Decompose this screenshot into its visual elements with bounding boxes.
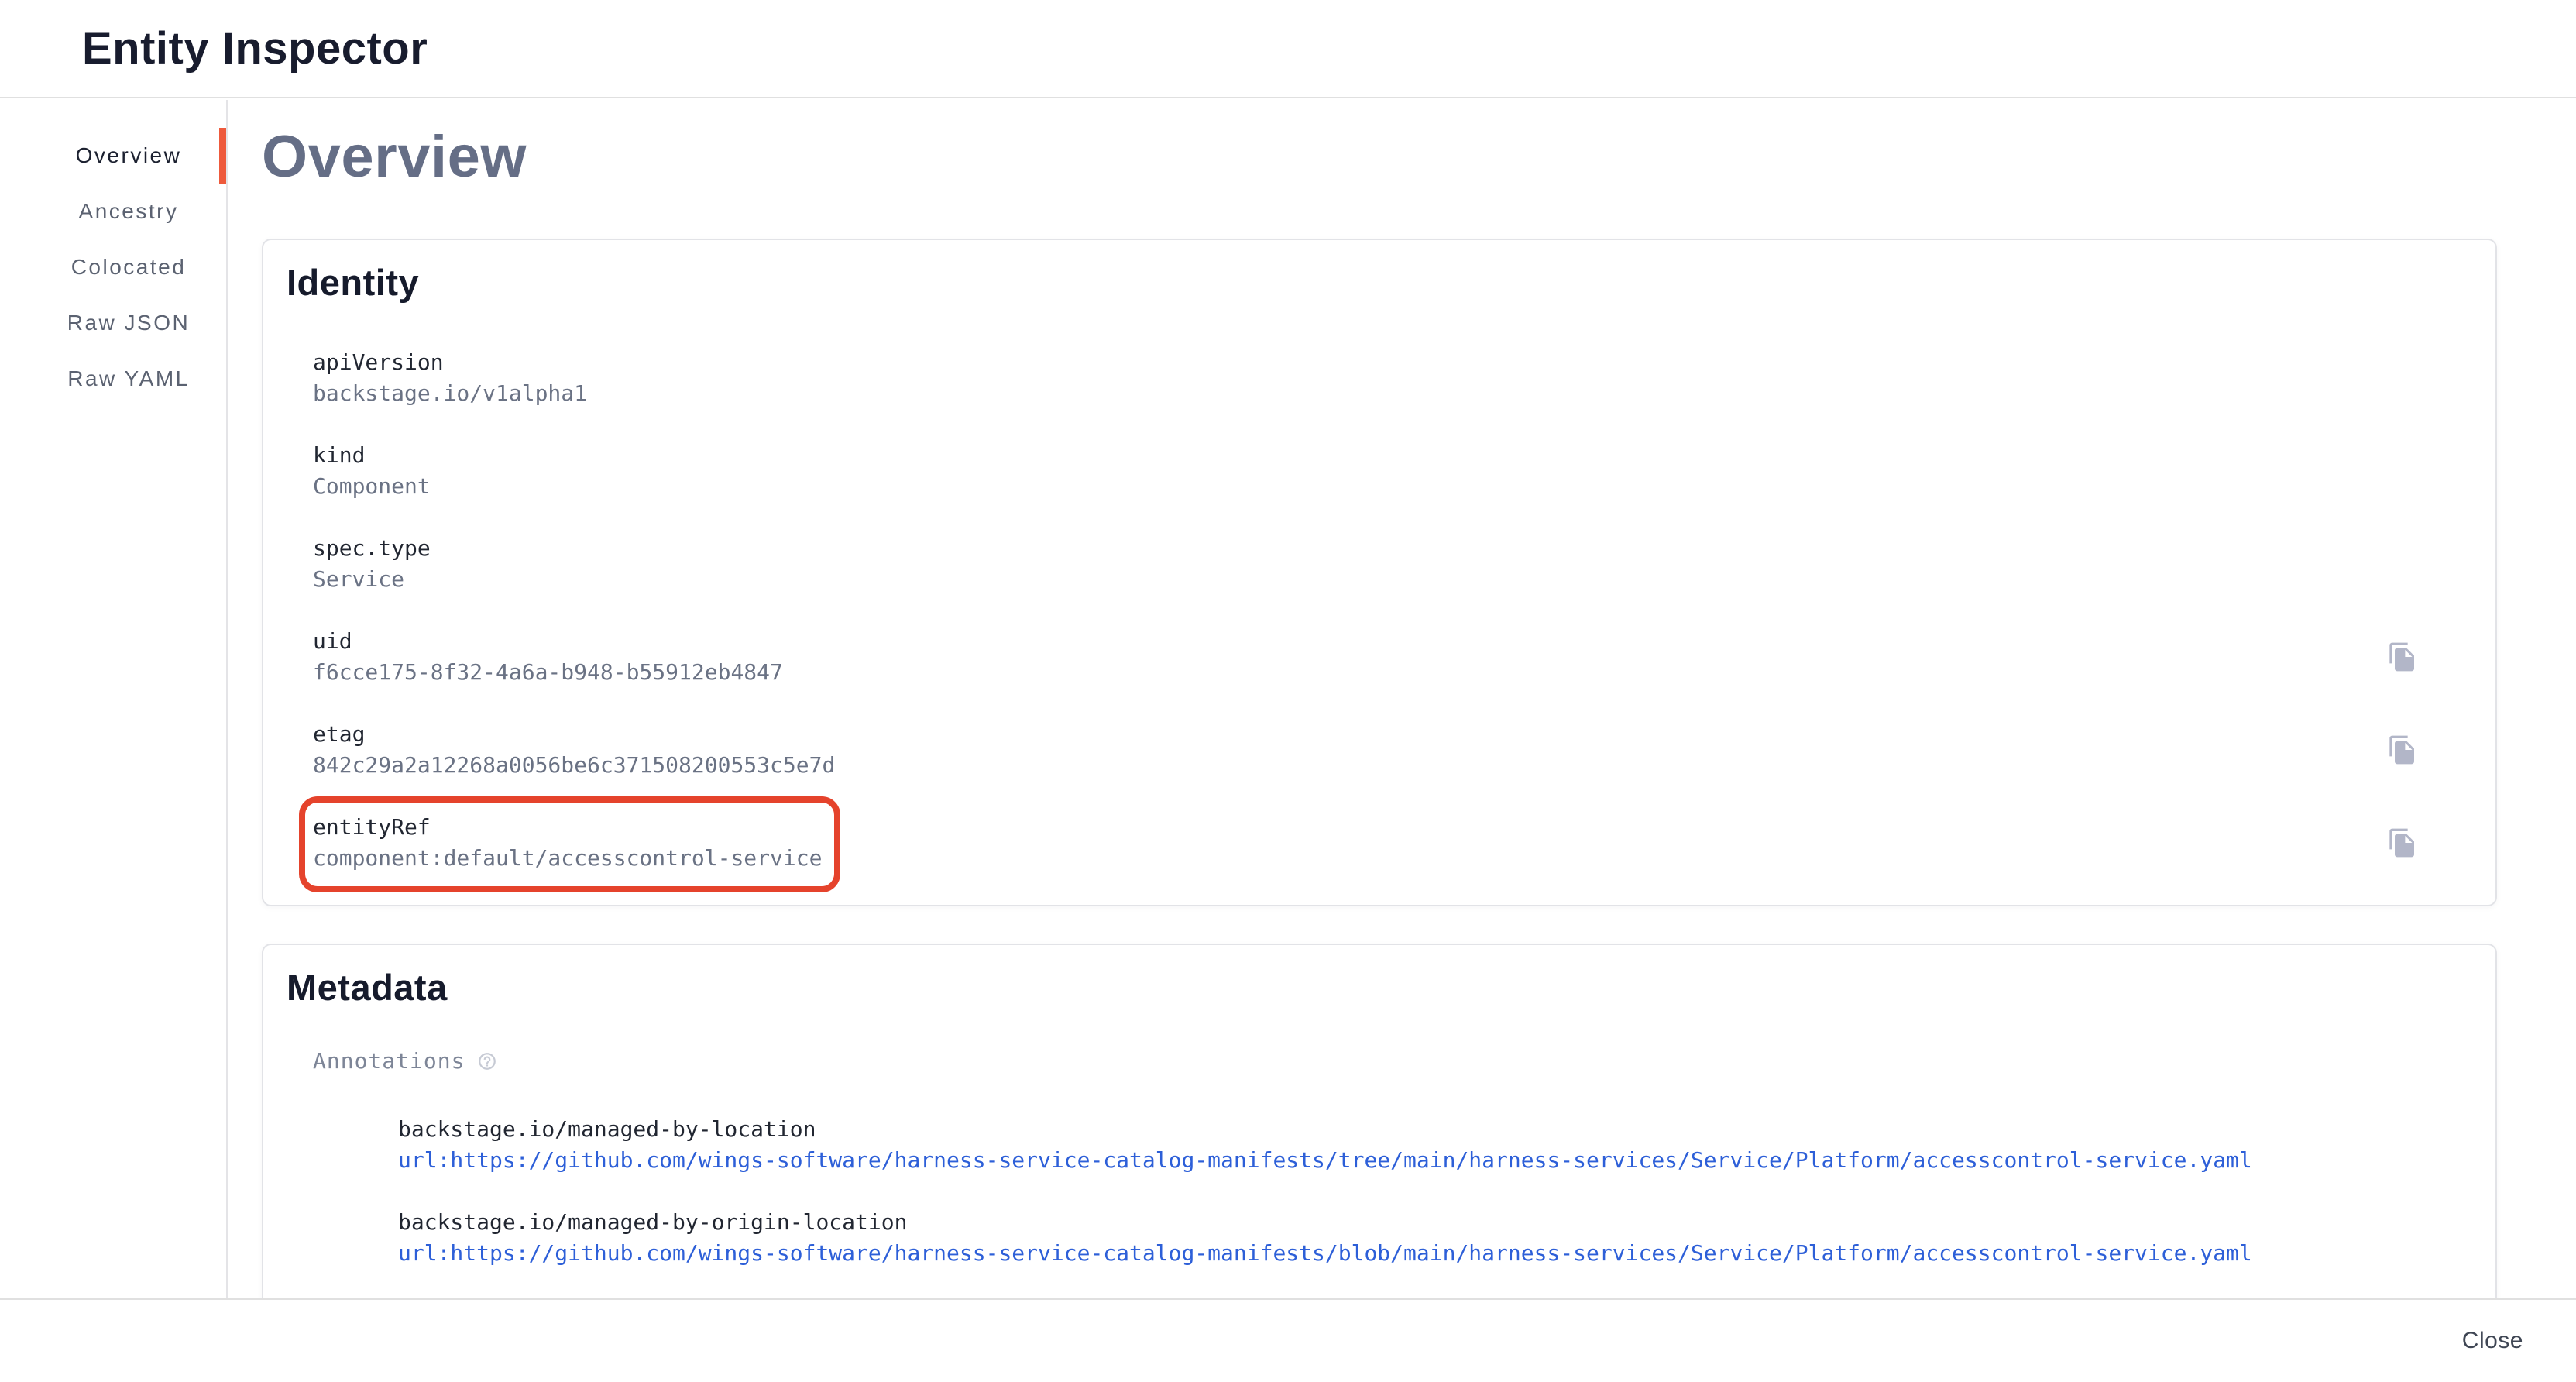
annotations-label: Annotations [313, 1046, 465, 1077]
page-title: Overview [262, 123, 2576, 191]
metadata-card-title: Metadata [287, 964, 2472, 1012]
field-row-uid: uid f6cce175-8f32-4a6a-b948-b55912eb4847 [313, 626, 2472, 688]
annotation-list: backstage.io/managed-by-location url:htt… [398, 1114, 2472, 1269]
annotation-key: backstage.io/managed-by-location [398, 1114, 2472, 1145]
annotation-managed-by-origin-location: backstage.io/managed-by-origin-location … [398, 1207, 2472, 1269]
sidebar-item-label: Ancestry [79, 199, 179, 224]
annotation-managed-by-location: backstage.io/managed-by-location url:htt… [398, 1114, 2472, 1176]
sidebar-item-label: Overview [76, 143, 182, 168]
entityref-highlight-annotation: entityRef component:default/accesscontro… [299, 796, 840, 892]
dialog-footer: Close [0, 1298, 2576, 1382]
field-row-entityref: entityRef component:default/accesscontro… [313, 812, 2472, 874]
dialog-title: Entity Inspector [82, 22, 428, 74]
close-button[interactable]: Close [2440, 1315, 2545, 1367]
annotation-key: backstage.io/managed-by-origin-location [398, 1207, 2472, 1238]
identity-card: Identity apiVersion backstage.io/v1alpha… [262, 239, 2497, 906]
field-label: uid [313, 626, 783, 657]
field-row-apiversion: apiVersion backstage.io/v1alpha1 [313, 347, 2472, 409]
annotation-link[interactable]: url:https://github.com/wings-software/ha… [398, 1238, 2252, 1269]
metadata-card: Metadata Annotations backstage.io/manage… [262, 944, 2497, 1298]
field-value: component:default/accesscontrol-service [313, 843, 822, 874]
dialog-header: Entity Inspector [0, 0, 2576, 98]
annotation-link[interactable]: url:https://github.com/wings-software/ha… [398, 1145, 2252, 1176]
help-outline-icon[interactable] [477, 1051, 497, 1071]
copy-etag-button[interactable] [2378, 725, 2427, 775]
field-label: etag [313, 719, 835, 750]
sidebar-item-overview[interactable]: Overview [0, 128, 226, 184]
field-row-spec-type: spec.type Service [313, 533, 2472, 595]
sidebar-item-ancestry[interactable]: Ancestry [0, 184, 226, 239]
copy-icon [2387, 734, 2418, 765]
identity-field-list: apiVersion backstage.io/v1alpha1 kind Co… [313, 347, 2472, 874]
active-tab-indicator [219, 128, 226, 184]
field-etag: etag 842c29a2a12268a0056be6c371508200553… [313, 719, 835, 781]
field-value: Component [313, 471, 431, 502]
field-value: Service [313, 564, 431, 595]
entity-inspector-dialog: Entity Inspector Overview Ancestry Coloc… [0, 0, 2576, 1382]
field-kind: kind Component [313, 440, 431, 502]
field-uid: uid f6cce175-8f32-4a6a-b948-b55912eb4847 [313, 626, 783, 688]
copy-icon [2387, 641, 2418, 672]
field-label: spec.type [313, 533, 431, 564]
copy-icon [2387, 827, 2418, 858]
copy-uid-button[interactable] [2378, 632, 2427, 682]
field-label: entityRef [313, 812, 822, 843]
overview-panel: Overview Identity apiVersion backstage.i… [228, 100, 2576, 1298]
field-value: 842c29a2a12268a0056be6c371508200553c5e7d [313, 750, 835, 781]
field-spec-type: spec.type Service [313, 533, 431, 595]
inspector-sidebar: Overview Ancestry Colocated Raw JSON Raw… [0, 100, 228, 1298]
field-value: backstage.io/v1alpha1 [313, 378, 587, 409]
sidebar-item-raw-yaml[interactable]: Raw YAML [0, 351, 226, 407]
sidebar-item-label: Raw YAML [67, 366, 189, 391]
copy-entityref-button[interactable] [2378, 818, 2427, 868]
identity-card-title: Identity [287, 259, 2472, 307]
sidebar-item-label: Raw JSON [67, 311, 190, 335]
sidebar-item-label: Colocated [71, 255, 187, 280]
field-label: kind [313, 440, 431, 471]
dialog-body: Overview Ancestry Colocated Raw JSON Raw… [0, 100, 2576, 1298]
annotations-header: Annotations [313, 1046, 2472, 1077]
sidebar-item-raw-json[interactable]: Raw JSON [0, 295, 226, 351]
field-entityref: entityRef component:default/accesscontro… [313, 812, 822, 874]
field-label: apiVersion [313, 347, 587, 378]
field-apiversion: apiVersion backstage.io/v1alpha1 [313, 347, 587, 409]
sidebar-item-colocated[interactable]: Colocated [0, 239, 226, 295]
field-row-kind: kind Component [313, 440, 2472, 502]
field-row-etag: etag 842c29a2a12268a0056be6c371508200553… [313, 719, 2472, 781]
field-value: f6cce175-8f32-4a6a-b948-b55912eb4847 [313, 657, 783, 688]
